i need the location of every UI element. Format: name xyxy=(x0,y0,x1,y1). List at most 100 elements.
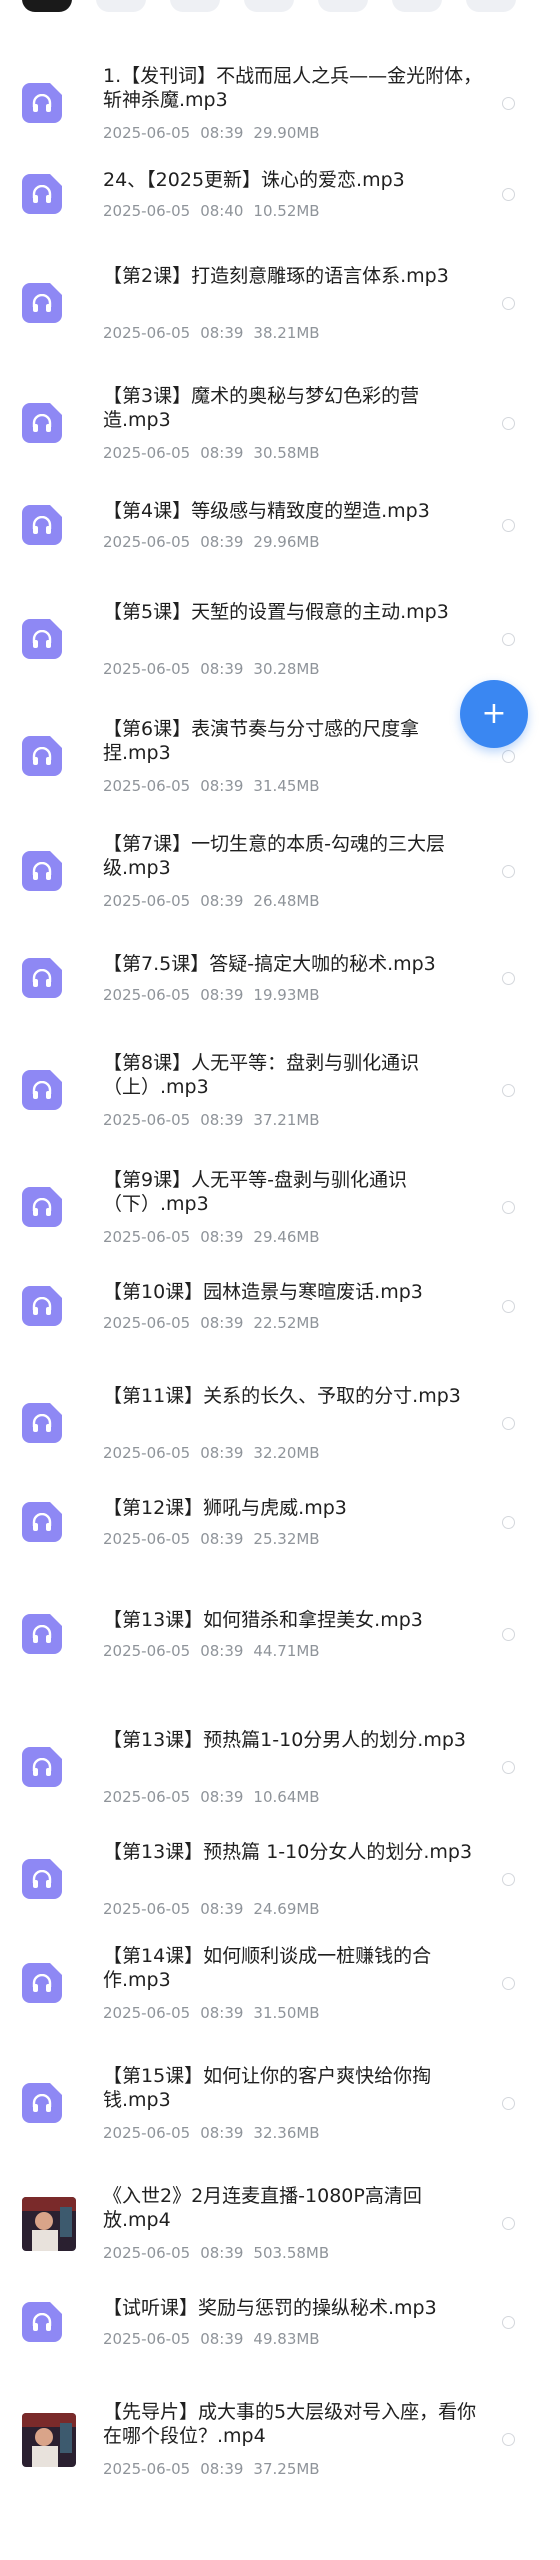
list-item[interactable]: 【第3课】魔术的奥秘与梦幻色彩的营造.mp3 2025-06-05 08:39 30.… xyxy=(0,384,560,484)
file-time: 08:39 xyxy=(200,1788,244,1806)
file-time: 08:39 xyxy=(200,660,244,678)
file-size: 19.93MB xyxy=(253,986,320,1004)
file-meta: 2025-06-05 08:39 24.69MB xyxy=(103,1900,330,1918)
list-item[interactable]: 【第12课】狮吼与虎威.mp3 2025-06-05 08:39 25.32MB xyxy=(0,1496,560,1596)
file-date: 2025-06-05 xyxy=(103,1788,191,1806)
select-radio-icon[interactable] xyxy=(502,633,515,646)
tab-all[interactable]: 全部 xyxy=(22,0,72,12)
file-date: 2025-06-05 xyxy=(103,2460,191,2478)
headphones-icon xyxy=(22,1963,62,2003)
tab-other[interactable]: 其他 xyxy=(466,0,516,12)
file-date: 2025-06-05 xyxy=(103,1530,191,1548)
file-name: 【第13课】预热篇1-10分男人的划分.mp3 xyxy=(103,1729,466,1751)
file-time: 08:39 xyxy=(200,1314,244,1332)
select-radio-icon[interactable] xyxy=(502,297,515,310)
file-size: 30.58MB xyxy=(253,444,320,462)
select-radio-icon[interactable] xyxy=(502,2097,515,2110)
tab-label: 其他 xyxy=(477,0,505,1)
select-radio-icon[interactable] xyxy=(502,1417,515,1430)
select-radio-icon[interactable] xyxy=(502,972,515,985)
list-item[interactable]: 【第10课】园林造景与寒暄废话.mp3 2025-06-05 08:39 22.52M… xyxy=(0,1280,560,1380)
file-time: 08:39 xyxy=(200,776,244,795)
file-meta: 2025-06-05 08:39 31.45MB xyxy=(103,777,330,795)
file-size: 37.21MB xyxy=(253,1111,320,1130)
tab-documents[interactable]: 文档 xyxy=(244,0,294,12)
select-radio-icon[interactable] xyxy=(502,1873,515,1886)
list-item[interactable]: 《入世2》2月连麦直播-1080P高清回放.mp4 2025-06-05 08:39… xyxy=(0,2184,560,2284)
file-date: 2025-06-05 xyxy=(103,986,191,1004)
list-item[interactable]: 【第9课】人无平等-盘剥与驯化通识（下）.mp3 2025-06-05 08:39 2… xyxy=(0,1168,560,1268)
file-meta: 2025-06-05 08:39 37.25MB xyxy=(103,2460,330,2478)
file-size: 31.50MB xyxy=(253,2004,320,2022)
select-radio-icon[interactable] xyxy=(502,2316,515,2329)
file-time: 08:39 xyxy=(200,1642,244,1660)
headphones-icon xyxy=(22,2083,62,2123)
file-meta: 2025-06-05 08:39 38.21MB xyxy=(103,324,330,342)
video-thumbnail xyxy=(22,2197,76,2251)
list-item[interactable]: 【第15课】如何让你的客户爽快给你掏钱.mp3 2025-06-05 08:39 32… xyxy=(0,2064,560,2164)
list-item[interactable]: 【第14课】如何顺利谈成一桩赚钱的合作.mp3 2025-06-05 08:39 31… xyxy=(0,1944,560,2044)
list-item[interactable]: 【第8课】人无平等：盘剥与驯化通识（上）.mp3 2025-06-05 08:39 3… xyxy=(0,1051,560,1151)
file-meta: 2025-06-05 08:39 31.50MB xyxy=(103,2004,330,2022)
select-radio-icon[interactable] xyxy=(502,1628,515,1641)
tab-audio[interactable]: 音频 xyxy=(318,0,368,12)
add-fab-button[interactable]: + xyxy=(460,680,528,748)
file-name: 《入世2》2月连麦直播-1080P高清回放.mp4 xyxy=(103,2185,422,2231)
select-radio-icon[interactable] xyxy=(502,1084,515,1098)
file-time: 08:39 xyxy=(200,986,244,1004)
file-date: 2025-06-05 xyxy=(103,124,191,142)
file-size: 32.20MB xyxy=(253,1444,320,1462)
list-item[interactable]: 【第13课】如何猎杀和拿捏美女.mp3 2025-06-05 08:39 44.71M… xyxy=(0,1608,560,1708)
select-radio-icon[interactable] xyxy=(502,1761,515,1774)
list-item[interactable]: 【试听课】奖励与惩罚的操纵秘术.mp3 2025-06-05 08:39 49.83M… xyxy=(0,2296,560,2396)
plus-icon: + xyxy=(481,696,507,731)
headphones-icon xyxy=(22,1614,62,1654)
file-name: 【第12课】狮吼与虎威.mp3 xyxy=(103,1497,347,1519)
list-item[interactable]: 【第11课】关系的长久、予取的分寸.mp3 2025-06-05 08:39 32.2… xyxy=(0,1384,560,1484)
headphones-icon xyxy=(22,2302,62,2342)
list-item[interactable]: 【第7课】一切生意的本质-勾魂的三大层级.mp3 2025-06-05 08:39 2… xyxy=(0,832,560,932)
file-name: 24、【2025更新】诛心的爱恋.mp3 xyxy=(103,169,405,191)
file-meta: 2025-06-05 08:39 503.58MB xyxy=(103,2244,339,2262)
select-radio-icon[interactable] xyxy=(502,2433,515,2446)
file-meta: 2025-06-05 08:40 10.52MB xyxy=(103,202,330,220)
headphones-icon xyxy=(22,1187,62,1227)
file-name: 【第11课】关系的长久、予取的分寸.mp3 xyxy=(103,1385,461,1407)
file-date: 2025-06-05 xyxy=(103,1642,191,1660)
select-radio-icon[interactable] xyxy=(502,749,515,763)
select-radio-icon[interactable] xyxy=(502,1977,515,1990)
select-radio-icon[interactable] xyxy=(502,417,515,430)
list-item[interactable]: 24、【2025更新】诛心的爱恋.mp3 2025-06-05 08:40 10.52… xyxy=(0,168,560,268)
tab-label: 视频 xyxy=(181,0,209,1)
file-meta: 2025-06-05 08:39 30.58MB xyxy=(103,444,330,462)
select-radio-icon[interactable] xyxy=(502,519,515,533)
tab-videos[interactable]: 视频 xyxy=(170,0,220,12)
select-radio-icon[interactable] xyxy=(502,1201,515,1214)
file-size: 49.83MB xyxy=(253,2330,320,2348)
select-radio-icon[interactable] xyxy=(502,1300,515,1313)
list-item[interactable]: 【第13课】预热篇1-10分男人的划分.mp3 2025-06-05 08:39 10… xyxy=(0,1728,560,1828)
list-item[interactable]: 【第7.5课】答疑-搞定大咖的秘术.mp3 2025-06-05 08:39 19.9… xyxy=(0,952,560,1052)
select-radio-icon[interactable] xyxy=(502,2217,515,2230)
tab-images[interactable]: 图片 xyxy=(96,0,146,12)
file-name: 【先导片】成大事的5大层级对号入座，看你在哪个段位？.mp4 xyxy=(103,2401,477,2447)
headphones-icon xyxy=(22,1070,62,1111)
tab-apps[interactable]: 应用 xyxy=(392,0,442,12)
file-date: 2025-06-05 xyxy=(103,2004,191,2022)
file-date: 2025-06-05 xyxy=(103,2124,191,2142)
list-item[interactable]: 【先导片】成大事的5大层级对号入座，看你在哪个段位？.mp4 2025-06-05… xyxy=(0,2400,560,2500)
tab-label: 应用 xyxy=(403,0,431,1)
list-item[interactable]: 【第2课】打造刻意雕琢的语言体系.mp3 2025-06-05 08:39 38.21… xyxy=(0,264,560,364)
list-item[interactable]: 【第13课】预热篇 1-10分女人的划分.mp3 2025-06-05 08:39 2… xyxy=(0,1840,560,1940)
file-time: 08:39 xyxy=(200,124,244,142)
select-radio-icon[interactable] xyxy=(502,97,515,110)
select-radio-icon[interactable] xyxy=(502,1516,515,1529)
file-time: 08:39 xyxy=(200,1900,244,1918)
select-radio-icon[interactable] xyxy=(502,865,515,878)
select-radio-icon[interactable] xyxy=(502,188,515,201)
list-item[interactable]: 1.【发刊词】不战而屈人之兵——金光附体，斩神杀魔.mp3 2025-06-05 0… xyxy=(0,64,560,164)
file-size: 10.64MB xyxy=(253,1788,320,1806)
file-date: 2025-06-05 xyxy=(103,2244,191,2262)
file-size: 29.96MB xyxy=(253,533,320,552)
list-item[interactable]: 【第4课】等级感与精致度的塑造.mp3 2025-06-05 08:39 29.96M… xyxy=(0,499,560,599)
